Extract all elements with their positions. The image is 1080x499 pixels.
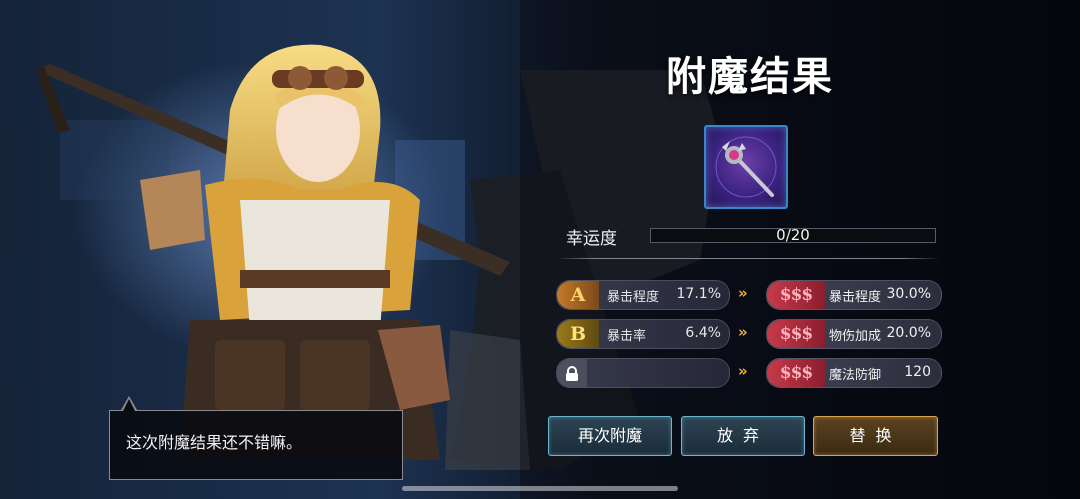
stat-name: 暴击程度 [829, 290, 882, 305]
item-slot[interactable] [704, 125, 788, 209]
stat-name: 暴击程度 [607, 290, 660, 305]
dialog-box[interactable]: 这次附魔结果还不错嘛。 [109, 410, 403, 480]
grade-badge: $$$ [767, 281, 825, 309]
luck-value: 0/20 [776, 226, 810, 244]
grade-badge: $$$ [767, 359, 825, 387]
stat-value: 30.0% [886, 286, 931, 302]
luck-label: 幸运度 [566, 229, 617, 249]
abandon-button[interactable]: 放弃 [681, 416, 805, 456]
current-stat-row: A 暴击程度 17.1% [556, 280, 730, 310]
home-indicator[interactable] [402, 486, 678, 491]
current-stat-row: B 暴击率 6.4% [556, 319, 730, 349]
grade-badge: A [557, 281, 599, 309]
speech-bubble-tail-inner [123, 399, 135, 411]
stat-name: 魔法防御 [829, 368, 882, 383]
new-stat-row: $$$ 暴击程度 30.0% [766, 280, 942, 310]
double-chevron-right-icon: » [738, 362, 748, 380]
luck-progress-bar: 0/20 [650, 226, 936, 244]
section-divider [556, 258, 940, 259]
page-title: 附魔结果 [666, 54, 834, 100]
stat-name: 物伤加成 [829, 329, 882, 344]
stat-value: 120 [904, 364, 931, 380]
lock-icon [557, 359, 587, 387]
new-stat-row: $$$ 物伤加成 20.0% [766, 319, 942, 349]
new-stat-row: $$$ 魔法防御 120 [766, 358, 942, 388]
dialog-text: 这次附魔结果还不错嘛。 [126, 433, 303, 452]
grade-badge: $$$ [767, 320, 825, 348]
magic-scepter-icon [715, 136, 777, 198]
stat-value: 20.0% [886, 325, 931, 341]
double-chevron-right-icon: » [738, 323, 748, 341]
stat-name: 暴击率 [607, 329, 647, 344]
double-chevron-right-icon: » [738, 284, 748, 302]
reenchant-button[interactable]: 再次附魔 [548, 416, 672, 456]
grade-badge: B [557, 320, 599, 348]
stat-value: 17.1% [676, 286, 721, 302]
locked-stat-row [556, 358, 730, 388]
stat-value: 6.4% [685, 325, 721, 341]
replace-button[interactable]: 替换 [813, 416, 938, 456]
